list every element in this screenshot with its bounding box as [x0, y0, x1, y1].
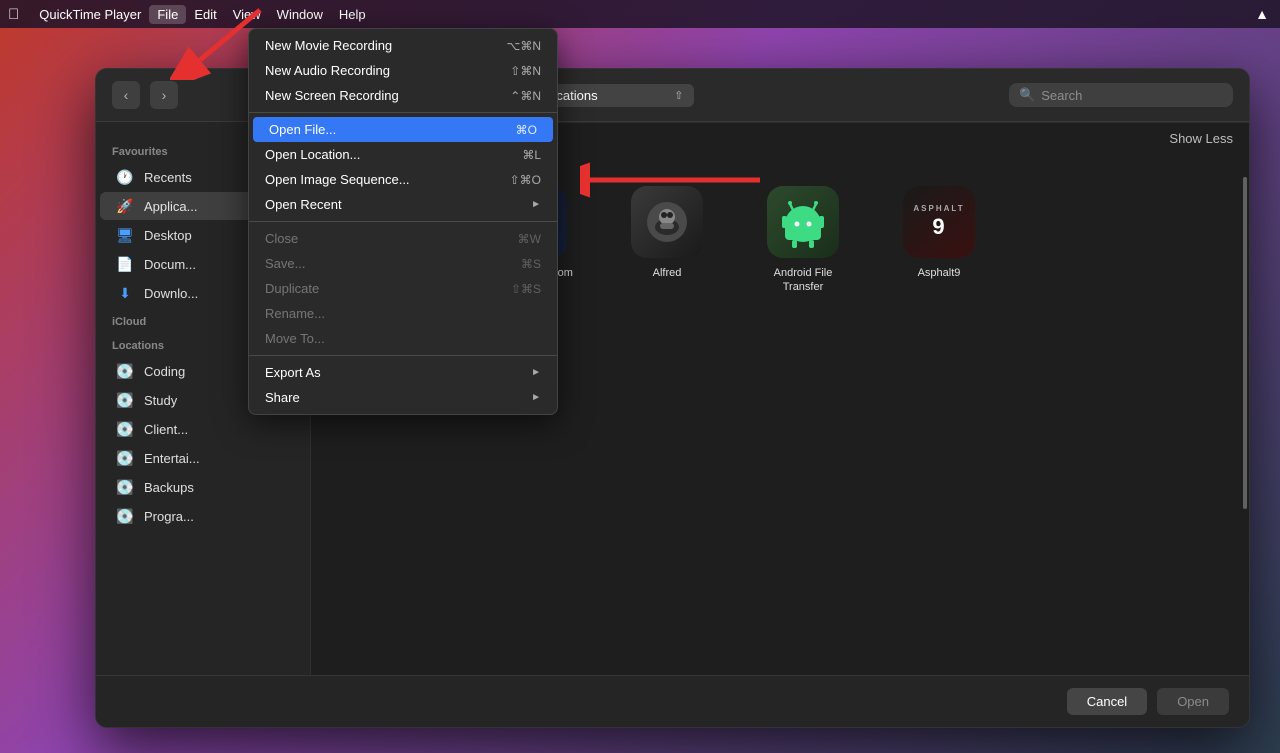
android-icon	[767, 186, 839, 258]
sidebar-item-client[interactable]: 💽 Client...	[100, 415, 306, 443]
menu-extra-icon[interactable]: ▲	[1252, 4, 1272, 24]
coding-disk-icon: 💽	[116, 362, 134, 380]
programs-disk-icon: 💽	[116, 507, 134, 525]
sidebar-item-coding-label: Coding	[144, 364, 185, 379]
menu-item-save: Save... ⌘S	[249, 251, 557, 276]
sidebar-item-documents-label: Docum...	[144, 257, 196, 272]
menu-item-rename: Rename...	[249, 301, 557, 326]
app-item-asphalt9[interactable]: ASPHALT 9 Asphalt9	[879, 178, 999, 303]
client-disk-icon: 💽	[116, 420, 134, 438]
menubar-edit[interactable]: Edit	[186, 5, 224, 24]
alfred-icon	[631, 186, 703, 258]
scroll-thumb[interactable]	[1243, 177, 1247, 509]
scroll-track[interactable]	[1241, 122, 1249, 675]
menu-item-export-as[interactable]: Export As ►	[249, 360, 557, 385]
open-button[interactable]: Open	[1157, 688, 1229, 715]
apple-menu-item[interactable]: 	[8, 6, 19, 23]
study-disk-icon: 💽	[116, 391, 134, 409]
asphalt9-icon: ASPHALT 9	[903, 186, 975, 258]
menubar-view[interactable]: View	[225, 5, 269, 24]
menu-separator-3	[249, 355, 557, 356]
asphalt9-label: Asphalt9	[918, 266, 961, 280]
sidebar-item-programs-label: Progra...	[144, 509, 194, 524]
applications-icon: 🚀	[116, 197, 134, 215]
menu-item-duplicate: Duplicate ⇧⌘S	[249, 276, 557, 301]
sidebar-item-recents-label: Recents	[144, 170, 192, 185]
entertainment-disk-icon: 💽	[116, 449, 134, 467]
sidebar-item-entertainment-label: Entertai...	[144, 451, 200, 466]
alfred-label: Alfred	[653, 266, 682, 280]
app-item-android-file-transfer[interactable]: Android File Transfer	[743, 178, 863, 303]
desktop-icon: 🖥	[116, 226, 134, 244]
menubar:  QuickTime Player File Edit View Window…	[0, 0, 1280, 28]
menubar-right: ▲	[1252, 4, 1272, 24]
menubar-window[interactable]: Window	[269, 5, 331, 24]
menu-item-close: Close ⌘W	[249, 226, 557, 251]
search-box[interactable]: 🔍 Search	[1009, 83, 1233, 107]
menu-item-new-screen-recording[interactable]: New Screen Recording ⌃⌘N	[249, 83, 557, 108]
menu-item-open-recent[interactable]: Open Recent ►	[249, 192, 557, 217]
sidebar-item-backups[interactable]: 💽 Backups	[100, 473, 306, 501]
sidebar-item-entertainment[interactable]: 💽 Entertai...	[100, 444, 306, 472]
backups-disk-icon: 💽	[116, 478, 134, 496]
menu-item-open-location[interactable]: Open Location... ⌘L	[249, 142, 557, 167]
sidebar-item-programs[interactable]: 💽 Progra...	[100, 502, 306, 530]
dialog-footer: Cancel Open	[96, 675, 1249, 727]
sidebar-item-backups-label: Backups	[144, 480, 194, 495]
sidebar-item-client-label: Client...	[144, 422, 188, 437]
sidebar-item-downloads-label: Downlo...	[144, 286, 198, 301]
sidebar-item-study-label: Study	[144, 393, 177, 408]
menu-item-open-file[interactable]: Open File... ⌘O	[253, 117, 553, 142]
recents-icon: 🕐	[116, 168, 134, 186]
back-button[interactable]: ‹	[112, 81, 140, 109]
menu-separator-2	[249, 221, 557, 222]
cancel-button[interactable]: Cancel	[1067, 688, 1147, 715]
menu-item-new-movie-recording[interactable]: New Movie Recording ⌥⌘N	[249, 33, 557, 58]
location-chevron-icon: ⇧	[674, 89, 683, 102]
menu-item-share[interactable]: Share ►	[249, 385, 557, 410]
menubar-help[interactable]: Help	[331, 5, 374, 24]
show-less-button[interactable]: Show Less	[1169, 131, 1233, 146]
sidebar-item-applications-label: Applica...	[144, 199, 197, 214]
menu-item-move-to: Move To...	[249, 326, 557, 351]
menu-item-new-audio-recording[interactable]: New Audio Recording ⇧⌘N	[249, 58, 557, 83]
sidebar-item-desktop-label: Desktop	[144, 228, 192, 243]
app-item-alfred[interactable]: Alfred	[607, 178, 727, 303]
menu-separator-1	[249, 112, 557, 113]
documents-icon: 📄	[116, 255, 134, 273]
search-input[interactable]: Search	[1041, 88, 1223, 103]
menubar-quicktime[interactable]: QuickTime Player	[31, 5, 149, 24]
menubar-file[interactable]: File	[149, 5, 186, 24]
menu-item-open-image-sequence[interactable]: Open Image Sequence... ⇧⌘O	[249, 167, 557, 192]
file-menu-dropdown: New Movie Recording ⌥⌘N New Audio Record…	[248, 28, 558, 415]
android-file-transfer-label: Android File Transfer	[753, 266, 853, 295]
downloads-icon: ⬇	[116, 284, 134, 302]
forward-button[interactable]: ›	[150, 81, 178, 109]
search-icon: 🔍	[1019, 87, 1035, 103]
